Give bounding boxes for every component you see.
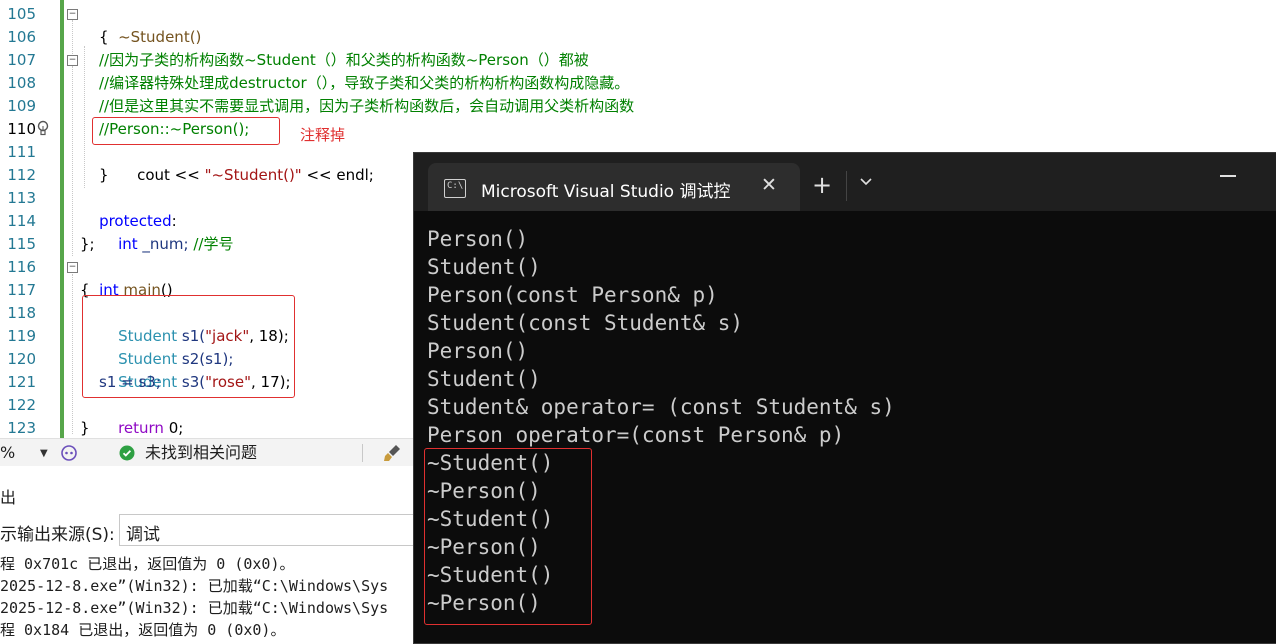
line-number: 122: [7, 396, 36, 414]
output-source-value: 调试: [126, 525, 160, 545]
line-number: 116: [7, 258, 36, 276]
line-number: 115: [7, 235, 36, 253]
fold-toggle[interactable]: −: [67, 262, 78, 273]
new-tab-button[interactable]: +: [812, 173, 832, 197]
fold-guide: [72, 274, 73, 434]
code-line-108: //编译器特殊处理成destructor（），导致子类和父类的析构析构函数构成隐…: [99, 74, 630, 92]
line-number: 123: [7, 419, 36, 437]
console-output-line: Person operator=(const Person& p): [427, 423, 845, 447]
chevron-down-icon[interactable]: [858, 173, 874, 189]
fold-guide: [72, 66, 73, 256]
change-indicator-bar: [60, 0, 64, 438]
output-source-label: 示输出来源(S):: [0, 525, 115, 545]
console-tab[interactable]: C:\ Microsoft Visual Studio 调试控 ✕: [428, 163, 800, 211]
console-output-line: Person(): [427, 227, 529, 251]
issues-status[interactable]: 未找到相关问题: [145, 439, 257, 467]
divider: [846, 171, 847, 201]
keyword: return: [118, 419, 164, 437]
line-number: 106: [7, 28, 36, 46]
annotation-box-main-body: [82, 295, 295, 398]
line-number: 117: [7, 281, 36, 299]
line-number: 118: [7, 304, 36, 322]
lightbulb-icon[interactable]: [36, 120, 50, 138]
console-output-line: Student& operator= (const Student& s): [427, 395, 895, 419]
console-title-bar[interactable]: C:\ Microsoft Visual Studio 调试控 ✕ +: [414, 153, 1276, 211]
console-output-line: Student(): [427, 367, 541, 391]
output-line: 2025-12-8.exe”(Win32): 已加载“C:\Windows\Sy…: [0, 599, 389, 617]
code-line-115: };: [80, 235, 95, 253]
code-line-123: }: [80, 419, 90, 437]
destructor-name: ~Student(): [118, 28, 202, 46]
minimize-button[interactable]: [1220, 175, 1236, 177]
zoom-level[interactable]: %: [0, 439, 15, 467]
debug-console-window[interactable]: C:\ Microsoft Visual Studio 调试控 ✕ + Pers…: [413, 152, 1276, 644]
console-tab-title: Microsoft Visual Studio 调试控: [481, 182, 731, 202]
output-line: 程 0x184 已退出，返回值为 0 (0x0)。: [0, 621, 286, 639]
code-line-112: }: [99, 166, 109, 184]
line-number: 120: [7, 350, 36, 368]
output-pane-title: 出: [0, 488, 17, 507]
string-literal: "~Student()": [204, 166, 302, 184]
line-number: 105: [7, 5, 36, 23]
comment: //学号: [193, 235, 234, 253]
keyword: int: [118, 235, 138, 253]
terminal-icon: C:\: [444, 179, 466, 198]
fold-toggle[interactable]: −: [67, 9, 78, 20]
indent-guide: [84, 46, 85, 188]
line-number-current: 110: [7, 120, 36, 138]
console-output-line: Person(): [427, 339, 529, 363]
line-number: 112: [7, 166, 36, 184]
fold-toggle[interactable]: −: [67, 55, 78, 66]
code-line-106: {: [99, 28, 109, 46]
console-output-line: Person(const Person& p): [427, 283, 718, 307]
annotation-box-destructors: [424, 448, 592, 625]
console-output-line: Student(): [427, 255, 541, 279]
code-token: << endl;: [301, 166, 374, 184]
line-number: 114: [7, 212, 36, 230]
line-number: 113: [7, 189, 36, 207]
output-source-dropdown[interactable]: 调试: [119, 514, 431, 546]
line-number: 109: [7, 97, 36, 115]
annotation-label: 注释掉: [300, 126, 346, 144]
close-icon[interactable]: ✕: [761, 174, 777, 196]
line-number: 119: [7, 327, 36, 345]
output-line: 程 0x701c 已退出，返回值为 0 (0x0)。: [0, 555, 295, 573]
code-line-109: //但是这里其实不需要显式调用，因为子类析构函数后，会自动调用父类析构函数: [99, 97, 635, 115]
copilot-icon[interactable]: [60, 444, 78, 462]
fold-guide: [72, 20, 73, 54]
console-output-line: Student(const Student& s): [427, 311, 744, 335]
code-token: cout <<: [137, 166, 205, 184]
code-token: 0;: [163, 419, 184, 437]
divider: [362, 444, 363, 462]
brush-icon[interactable]: [382, 443, 402, 463]
code-line-107: //因为子类的析构函数~Student（）和父类的析构函数~Person（）都被: [99, 51, 589, 69]
identifier: _num;: [137, 235, 194, 253]
check-circle-icon: [119, 445, 135, 461]
line-number: 107: [7, 51, 36, 69]
chevron-down-icon[interactable]: ▼: [40, 448, 48, 459]
line-number: 108: [7, 74, 36, 92]
line-number: 121: [7, 373, 36, 391]
annotation-box-line-110: [92, 117, 280, 145]
output-line: 2025-12-8.exe”(Win32): 已加载“C:\Windows\Sy…: [0, 577, 389, 595]
line-number: 111: [7, 143, 36, 161]
